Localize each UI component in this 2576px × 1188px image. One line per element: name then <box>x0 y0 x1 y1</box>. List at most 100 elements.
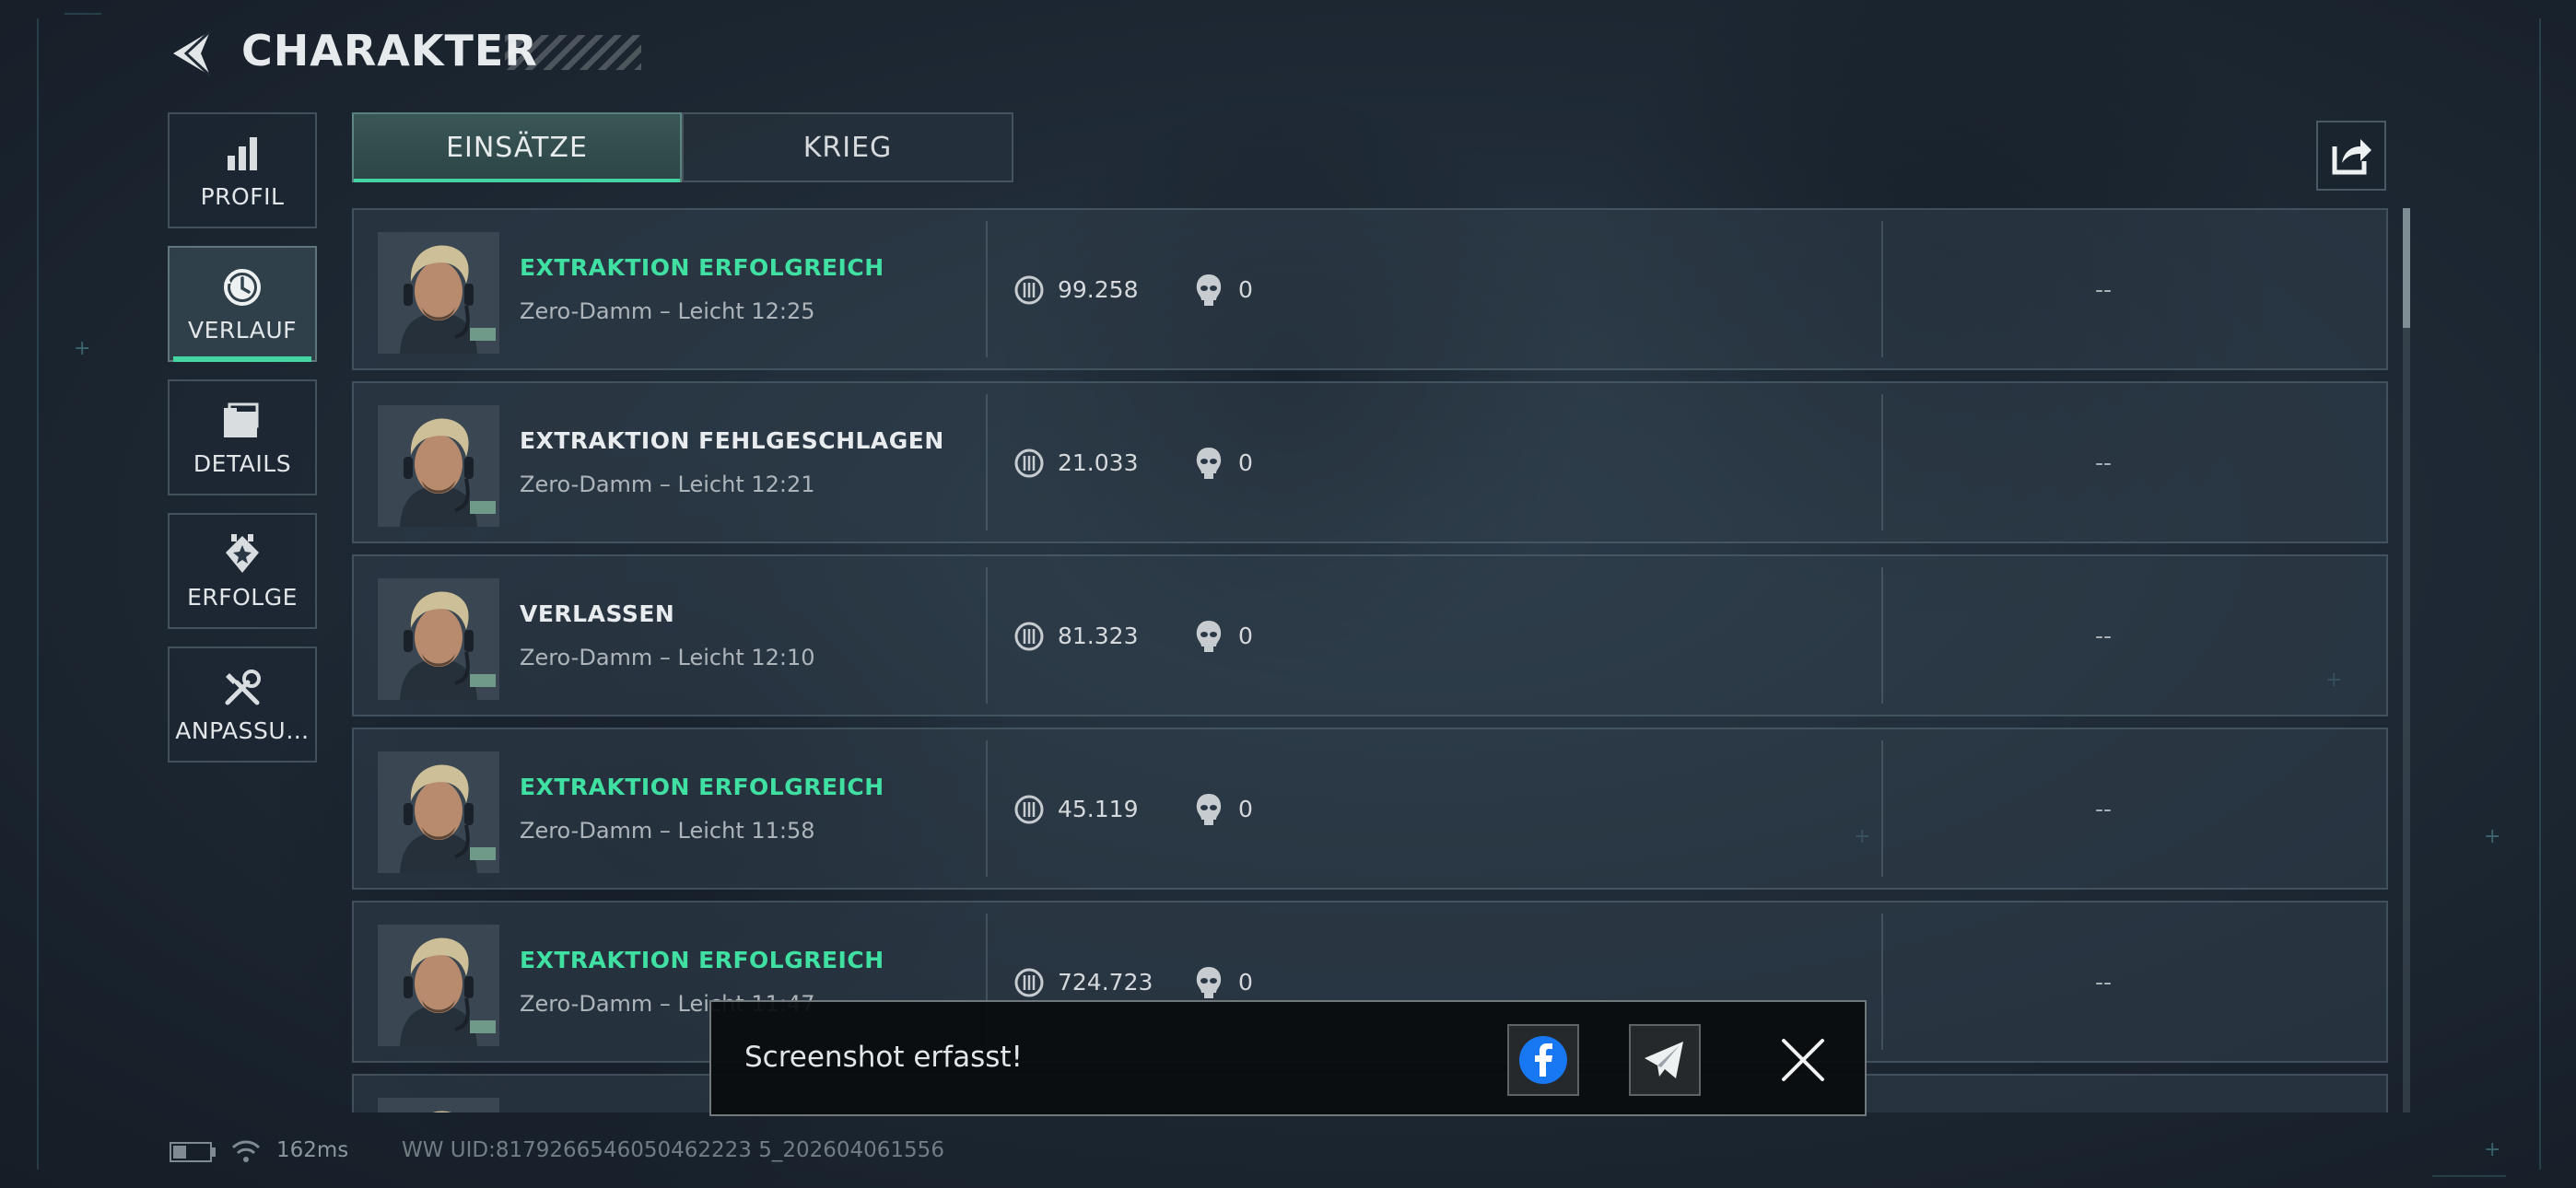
operator-avatar <box>378 405 499 527</box>
sidebar-item-erfolge[interactable]: ERFOLGE <box>168 513 317 629</box>
divider <box>1881 394 1883 530</box>
toast-message: Screenshot erfasst! <box>744 1041 1023 1074</box>
skull-kills-icon <box>1196 794 1222 825</box>
divider <box>1881 914 1883 1050</box>
sidebar-item-verlauf[interactable]: VERLAUF <box>168 246 317 362</box>
share-button[interactable] <box>2316 121 2386 191</box>
sidebar-item-label: VERLAUF <box>187 316 298 344</box>
history-clock-icon <box>224 268 261 306</box>
scrollbar-thumb[interactable] <box>2403 208 2410 328</box>
hud-plus: + <box>74 337 91 360</box>
operator-avatar <box>378 578 499 700</box>
title-decoration <box>505 35 641 70</box>
sidebar-item-label: ANPASSU… <box>175 716 310 744</box>
back-arrow-icon <box>173 29 212 77</box>
match-kills: 0 <box>1238 796 1253 822</box>
close-icon <box>1782 1039 1824 1081</box>
sidebar-item-label: PROFIL <box>200 182 285 210</box>
match-subtitle: Zero-Damm – Leicht 11:58 <box>520 818 815 844</box>
screenshot-toast: Screenshot erfasst! <box>709 1000 1867 1116</box>
match-extra: -- <box>2095 623 2113 649</box>
match-kills: 0 <box>1238 276 1253 303</box>
user-uid: WW UID:8179266546050462223 5_20260406155… <box>402 1138 944 1162</box>
koen-currency-icon <box>1014 795 1044 824</box>
wrench-screwdriver-icon <box>225 669 261 705</box>
match-row[interactable]: EXTRAKTION ERFOLGREICH Zero-Damm – Leich… <box>352 208 2388 370</box>
facebook-icon <box>1519 1036 1567 1084</box>
share-export-icon <box>2332 139 2371 175</box>
divider <box>1881 740 1883 877</box>
operator-avatar <box>378 232 499 354</box>
divider <box>986 221 988 357</box>
facebook-share-button[interactable] <box>1507 1024 1579 1096</box>
match-kills: 0 <box>1238 969 1253 996</box>
sidebar-item-label: DETAILS <box>193 449 292 477</box>
divider <box>986 394 988 530</box>
match-kills: 0 <box>1238 449 1253 476</box>
hud-line <box>2539 18 2541 1170</box>
match-status: EXTRAKTION ERFOLGREICH <box>520 947 884 973</box>
page-title: CHARAKTER <box>241 26 538 76</box>
match-row[interactable]: EXTRAKTION FEHLGESCHLAGEN Zero-Damm – Le… <box>352 381 2388 543</box>
match-subtitle: Zero-Damm – Leicht 12:10 <box>520 645 815 670</box>
koen-currency-icon <box>1014 622 1044 651</box>
skull-kills-icon <box>1196 274 1222 306</box>
match-value: 81.323 <box>1058 623 1139 649</box>
achievement-badge-icon <box>226 533 259 573</box>
telegram-share-button[interactable] <box>1629 1024 1701 1096</box>
divider <box>986 740 988 877</box>
back-button[interactable] <box>166 26 221 81</box>
sidebar-item-details[interactable]: DETAILS <box>168 379 317 495</box>
bar-chart-icon <box>228 136 257 170</box>
battery-icon <box>170 1142 212 1162</box>
match-status: VERLASSEN <box>520 600 675 627</box>
match-extra: -- <box>2095 276 2113 303</box>
divider <box>986 567 988 704</box>
koen-currency-icon <box>1014 275 1044 305</box>
match-row[interactable]: EXTRAKTION ERFOLGREICH Zero-Damm – Leich… <box>352 728 2388 890</box>
match-status: EXTRAKTION ERFOLGREICH <box>520 254 884 281</box>
sidebar-item-label: ERFOLGE <box>187 583 298 611</box>
wifi-icon <box>231 1140 261 1162</box>
tab-einsaetze[interactable]: EINSÄTZE <box>352 112 682 182</box>
tab-label: EINSÄTZE <box>446 131 588 164</box>
match-status: EXTRAKTION ERFOLGREICH <box>520 774 884 800</box>
koen-currency-icon <box>1014 968 1044 997</box>
tab-label: KRIEG <box>802 131 893 164</box>
hud-line <box>64 13 101 15</box>
operator-avatar <box>378 925 499 1046</box>
match-value: 99.258 <box>1058 276 1139 303</box>
telegram-icon <box>1645 1042 1683 1078</box>
match-value: 21.033 <box>1058 449 1139 476</box>
match-value: 45.119 <box>1058 796 1139 822</box>
match-extra: -- <box>2095 796 2113 822</box>
match-subtitle: Zero-Damm – Leicht 12:25 <box>520 298 815 324</box>
folders-icon <box>224 402 259 437</box>
match-history-list[interactable]: EXTRAKTION ERFOLGREICH Zero-Damm – Leich… <box>352 208 2388 1112</box>
hud-line <box>2432 1175 2506 1177</box>
divider <box>1881 567 1883 704</box>
skull-kills-icon <box>1196 967 1222 998</box>
operator-avatar <box>378 751 499 873</box>
koen-currency-icon <box>1014 448 1044 478</box>
hud-line <box>37 18 39 1170</box>
match-kills: 0 <box>1238 623 1253 649</box>
ping-readout: 162ms <box>276 1138 349 1162</box>
match-extra: -- <box>2095 969 2113 996</box>
battery-tip <box>212 1147 216 1157</box>
sidebar-item-profil[interactable]: PROFIL <box>168 112 317 228</box>
tab-krieg[interactable]: KRIEG <box>682 112 1013 182</box>
skull-kills-icon <box>1196 621 1222 652</box>
match-subtitle: Zero-Damm – Leicht 12:21 <box>520 472 815 497</box>
match-status: EXTRAKTION FEHLGESCHLAGEN <box>520 427 944 454</box>
operator-avatar <box>378 1098 499 1112</box>
match-extra: -- <box>2095 449 2113 476</box>
match-row[interactable]: VERLASSEN Zero-Damm – Leicht 12:10 81.32… <box>352 554 2388 716</box>
divider <box>1881 221 1883 357</box>
match-value: 724.723 <box>1058 969 1153 996</box>
close-toast-button[interactable] <box>1780 1037 1826 1083</box>
skull-kills-icon <box>1196 448 1222 479</box>
sidebar-item-anpassung[interactable]: ANPASSU… <box>168 646 317 763</box>
hud-plus: + <box>2484 825 2501 848</box>
list-scrollbar[interactable] <box>2403 208 2410 1112</box>
